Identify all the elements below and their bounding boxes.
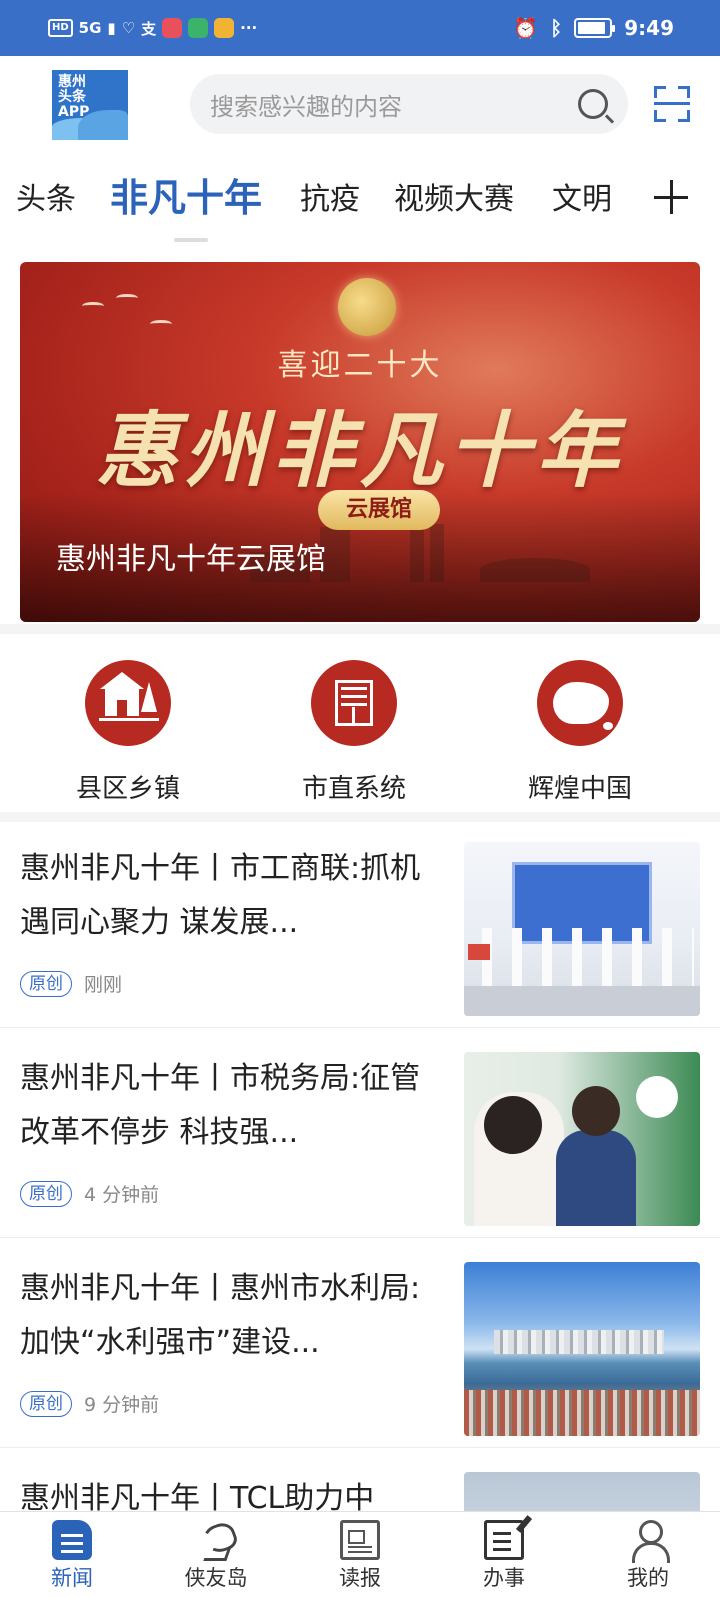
bottom-nav: 新闻 侠友岛 读报 办事 我的 bbox=[0, 1511, 720, 1599]
app-logo[interactable]: 惠州 头条 APP bbox=[52, 70, 128, 140]
more-notifications-icon: ··· bbox=[240, 19, 258, 37]
alipay-icon: 支 bbox=[141, 19, 157, 38]
tab-kangyi[interactable]: 抗疫 bbox=[300, 168, 360, 232]
gate-building-icon bbox=[311, 660, 397, 746]
banner-subtitle: 喜迎二十大 bbox=[277, 348, 443, 383]
nav-island[interactable]: 侠友岛 bbox=[144, 1512, 288, 1599]
nav-news[interactable]: 新闻 bbox=[0, 1512, 144, 1599]
screen: HD 5G ▮ ♡ 支 ··· ⏰ ᛒ 9:49 惠州 头条 APP 搜索感兴趣… bbox=[0, 0, 720, 1599]
quick-entry-county[interactable]: 县区乡镇 bbox=[28, 660, 228, 805]
search-placeholder: 搜索感兴趣的内容 bbox=[210, 92, 402, 121]
nav-label: 办事 bbox=[483, 1566, 525, 1590]
banner-caption: 惠州非凡十年云展馆 bbox=[56, 542, 326, 577]
island-icon bbox=[196, 1520, 236, 1560]
banner-title: 惠州非凡十年 bbox=[96, 403, 624, 499]
news-time: 9 分钟前 bbox=[84, 1394, 160, 1416]
bluetooth-icon: ᛒ bbox=[550, 16, 563, 40]
quick-entry-city-system[interactable]: 市直系统 bbox=[254, 660, 454, 805]
search-icon[interactable] bbox=[578, 89, 608, 119]
signal-icon: ▮ bbox=[107, 19, 116, 37]
newspaper-icon bbox=[340, 1520, 380, 1560]
channel-tabs: 头条 非凡十年 抗疫 视频大赛 文明 bbox=[0, 168, 720, 238]
bird-icon bbox=[150, 320, 172, 328]
news-thumbnail bbox=[464, 1262, 700, 1436]
nav-mine[interactable]: 我的 bbox=[576, 1512, 720, 1599]
tab-wenming[interactable]: 文明 bbox=[552, 168, 612, 232]
tab-indicator bbox=[174, 238, 208, 242]
network-type: 5G bbox=[78, 19, 102, 37]
app-notification-icon-2 bbox=[214, 18, 235, 38]
original-badge: 原创 bbox=[20, 1180, 72, 1207]
bird-icon bbox=[82, 302, 104, 310]
tab-video-contest[interactable]: 视频大赛 bbox=[394, 168, 514, 232]
divider bbox=[0, 812, 720, 822]
nav-label: 我的 bbox=[627, 1566, 669, 1590]
app-header: 惠州 头条 APP 搜索感兴趣的内容 bbox=[0, 56, 720, 156]
map-notification-icon bbox=[188, 18, 209, 38]
user-icon bbox=[628, 1520, 670, 1563]
news-title: 惠州非凡十年丨市税务局:征管改革不停步 科技强... bbox=[20, 1061, 421, 1150]
bird-icon bbox=[116, 294, 138, 302]
health-icon: ♡ bbox=[121, 19, 136, 37]
news-title: 惠州非凡十年丨市工商联:抓机遇同心聚力 谋发展... bbox=[20, 851, 421, 940]
quick-entry-glorious-china[interactable]: 辉煌中国 bbox=[480, 660, 680, 805]
news-time: 4 分钟前 bbox=[84, 1184, 160, 1206]
news-title: 惠州非凡十年丨惠州市水利局:加快“水利强市”建设... bbox=[20, 1271, 421, 1360]
quick-entry-label: 市直系统 bbox=[301, 774, 406, 804]
news-icon bbox=[52, 1520, 92, 1560]
logo-text: 惠州 头条 APP bbox=[58, 74, 90, 120]
party-emblem-icon bbox=[338, 278, 396, 336]
nav-label: 新闻 bbox=[51, 1566, 93, 1590]
original-badge: 原创 bbox=[20, 1390, 72, 1417]
quick-entries: 县区乡镇 市直系统 辉煌中国 bbox=[0, 636, 720, 812]
news-thumbnail bbox=[464, 842, 700, 1016]
banner[interactable]: 喜迎二十大 惠州非凡十年 云展馆 惠州非凡十年云展馆 bbox=[20, 262, 700, 622]
status-bar: HD 5G ▮ ♡ 支 ··· ⏰ ᛒ 9:49 bbox=[0, 0, 720, 56]
search-bar[interactable]: 搜索感兴趣的内容 bbox=[190, 74, 628, 134]
hd-icon: HD bbox=[48, 19, 73, 37]
banner-pill: 云展馆 bbox=[318, 490, 440, 530]
news-item[interactable]: 惠州非凡十年丨市工商联:抓机遇同心聚力 谋发展... 原创 刚刚 bbox=[0, 822, 720, 1028]
quick-entry-label: 辉煌中国 bbox=[527, 774, 632, 804]
news-time: 刚刚 bbox=[84, 974, 123, 996]
task-icon bbox=[484, 1520, 524, 1560]
nav-label: 侠友岛 bbox=[184, 1566, 248, 1590]
china-map-icon bbox=[537, 660, 623, 746]
house-tree-icon bbox=[85, 660, 171, 746]
news-thumbnail bbox=[464, 1052, 700, 1226]
scan-icon[interactable] bbox=[654, 86, 690, 122]
news-item[interactable]: 惠州非凡十年丨惠州市水利局:加快“水利强市”建设... 原创 9 分钟前 bbox=[0, 1242, 720, 1448]
add-channel-icon[interactable] bbox=[654, 180, 688, 214]
battery-icon bbox=[574, 18, 616, 38]
tab-toutiao[interactable]: 头条 bbox=[16, 168, 76, 232]
original-badge: 原创 bbox=[20, 970, 72, 997]
app-notification-icon bbox=[162, 18, 183, 38]
nav-services[interactable]: 办事 bbox=[432, 1512, 576, 1599]
news-item[interactable]: 惠州非凡十年丨市税务局:征管改革不停步 科技强... 原创 4 分钟前 bbox=[0, 1032, 720, 1238]
alarm-icon: ⏰ bbox=[513, 16, 539, 40]
nav-label: 读报 bbox=[339, 1566, 381, 1590]
clock: 9:49 bbox=[624, 16, 674, 40]
quick-entry-label: 县区乡镇 bbox=[75, 774, 180, 804]
divider bbox=[0, 624, 720, 634]
tab-feifan-shinian[interactable]: 非凡十年 bbox=[110, 166, 262, 230]
nav-read-paper[interactable]: 读报 bbox=[288, 1512, 432, 1599]
